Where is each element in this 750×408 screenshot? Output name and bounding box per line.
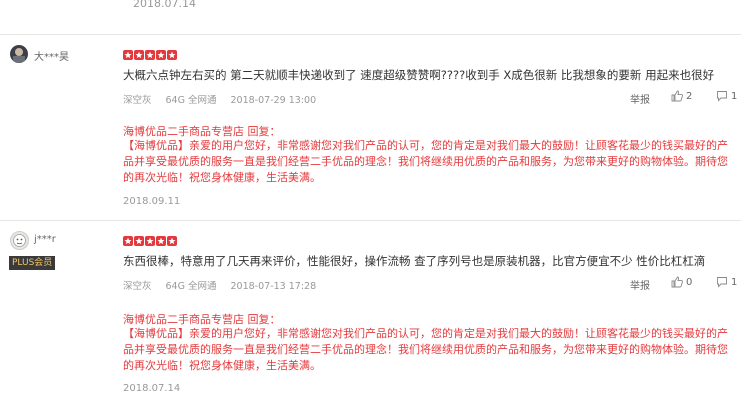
- shop-name: 海博优品二手商品专营店: [123, 313, 244, 326]
- shop-name: 海博优品二手商品专营店: [123, 125, 244, 138]
- username: j***r: [34, 234, 56, 245]
- report-link[interactable]: 举报: [630, 91, 650, 106]
- comment-count: 1: [731, 277, 738, 288]
- star-icon: [145, 231, 155, 246]
- review-meta: 深空灰 64G 全网通 2018-07-13 17:28: [123, 278, 330, 292]
- star-icon: [134, 231, 144, 246]
- star-rating: [123, 231, 178, 250]
- star-icon: [156, 45, 166, 60]
- shop-reply-header: 海博优品二手商品专营店 回复：: [123, 123, 281, 139]
- report-link[interactable]: 举报: [630, 277, 650, 292]
- review-item: j***r PLUS会员 东西很棒，特意用了几天再来评价，性能很好，操作流畅 查…: [0, 221, 741, 408]
- shop-reply-text: 【海博优品】亲爱的用户您好，非常感谢您对我们产品的认可，您的肯定是对我们最大的鼓…: [123, 139, 728, 184]
- product-capacity: 64G 全网通: [165, 95, 217, 106]
- like-count: 2: [686, 91, 693, 102]
- star-icon: [123, 45, 133, 60]
- product-color: 深空灰: [123, 95, 152, 106]
- thumbs-up-icon: [671, 276, 683, 288]
- star-icon: [123, 231, 133, 246]
- comment-button[interactable]: 1: [716, 90, 737, 102]
- avatar-image-icon: [13, 234, 26, 247]
- reply-label: 回复：: [247, 313, 281, 326]
- review-content: 东西很棒，特意用了几天再来评价，性能很好，操作流畅 查了序列号也是原装机器，比官…: [123, 254, 706, 268]
- comment-icon: [717, 91, 727, 102]
- shop-reply-text: 【海博优品】亲爱的用户您好，非常感谢您对我们产品的认可，您的肯定是对我们最大的鼓…: [123, 327, 728, 372]
- comment-button[interactable]: 1: [716, 276, 737, 288]
- star-icon: [156, 231, 166, 246]
- like-button[interactable]: 2: [671, 90, 692, 102]
- comment-icon: [717, 277, 727, 288]
- reply-date: 2018.07.14: [123, 383, 181, 394]
- review-time: 2018-07-29 13:00: [230, 95, 317, 106]
- star-icon: [145, 45, 155, 60]
- reply-label: 回复：: [247, 125, 281, 138]
- star-rating: [123, 45, 178, 64]
- review-time: 2018-07-13 17:28: [230, 281, 317, 292]
- review-content: 大概六点钟左右买的 第二天就顺丰快递收到了 速度超级赞赞啊????收到手 X成色…: [123, 68, 715, 82]
- thumbs-up-icon: [671, 90, 683, 102]
- product-color: 深空灰: [123, 281, 152, 292]
- star-icon: [134, 45, 144, 60]
- comment-count: 1: [731, 91, 738, 102]
- like-button[interactable]: 0: [671, 276, 692, 288]
- user-avatar[interactable]: [10, 231, 29, 250]
- avatar-image-icon: [13, 48, 25, 63]
- shop-reply-header: 海博优品二手商品专营店 回复：: [123, 311, 281, 327]
- reply-date: 2018.09.11: [123, 196, 181, 207]
- username: 大***昊: [34, 52, 69, 63]
- like-count: 0: [686, 277, 693, 288]
- review-item: 大***昊 大概六点钟左右买的 第二天就顺丰快递收到了 速度超级赞赞啊????收…: [0, 35, 741, 220]
- product-capacity: 64G 全网通: [165, 281, 217, 292]
- review-meta: 深空灰 64G 全网通 2018-07-29 13:00: [123, 92, 330, 106]
- star-icon: [167, 231, 177, 246]
- user-avatar[interactable]: [10, 45, 28, 63]
- previous-reply-date: 2018.07.14: [133, 0, 196, 10]
- star-icon: [167, 45, 177, 60]
- plus-member-badge: PLUS会员: [9, 256, 56, 270]
